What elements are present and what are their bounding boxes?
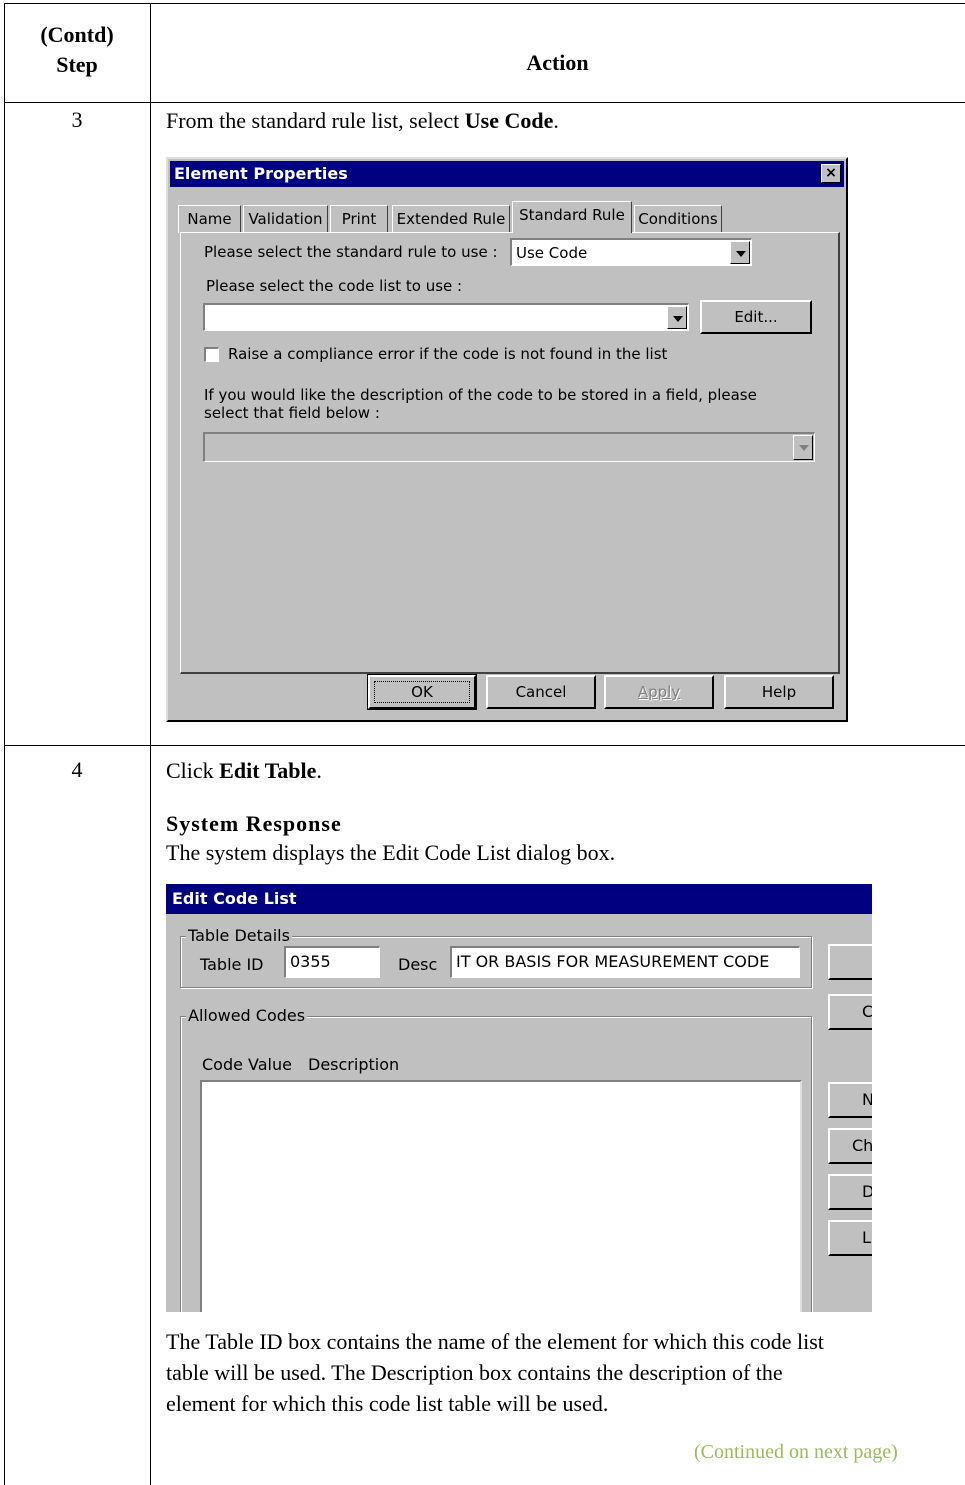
cancel-button-label: Cancel: [515, 683, 567, 701]
side-button-1[interactable]: [828, 944, 872, 980]
chevron-down-icon[interactable]: [793, 435, 813, 460]
rule-dropdown-value: Use Code: [516, 244, 588, 262]
ok-button[interactable]: OK: [367, 674, 477, 710]
rule-dropdown[interactable]: Use Code: [510, 238, 752, 266]
system-response-text: The system displays the Edit Code List d…: [166, 840, 616, 865]
system-response-heading: System Response: [166, 811, 342, 836]
table-id-label: Table ID: [200, 955, 264, 974]
compliance-error-label: Raise a compliance error if the code is …: [228, 345, 668, 363]
tab-validation[interactable]: Validation: [243, 205, 328, 233]
side-button-2[interactable]: C: [828, 994, 872, 1030]
edit-button[interactable]: Edit...: [700, 300, 812, 334]
edit-code-list-title-bar: Edit Code List: [166, 884, 872, 914]
header-action: Action: [526, 50, 589, 75]
description-field-label-2: select that field below :: [204, 404, 380, 422]
tab-extended-rule[interactable]: Extended Rule: [392, 205, 510, 233]
column-description: Description: [308, 1055, 400, 1074]
desc-label: Desc: [398, 955, 438, 974]
tab-print[interactable]: Print: [330, 205, 388, 233]
side-button-3[interactable]: N: [828, 1082, 872, 1118]
table-left-border-lower: [4, 745, 5, 1485]
focus-rectangle: [374, 681, 470, 703]
dialog-title-bar: Element Properties ×: [170, 161, 844, 187]
close-icon[interactable]: ×: [821, 164, 841, 183]
step-number-4: 4: [71, 757, 83, 782]
edit-code-list-dialog: Edit Code List Table Details Table ID 03…: [166, 884, 872, 1312]
allowed-codes-label: Allowed Codes: [186, 1006, 308, 1025]
continued-next-page: (Continued on next page): [694, 1441, 898, 1463]
step4-explanation-line-3: element for which this code list table w…: [166, 1391, 609, 1416]
table-column-divider: [150, 3, 151, 1485]
compliance-error-checkbox[interactable]: [204, 347, 219, 362]
step4-explanation-line-1: The Table ID box contains the name of th…: [166, 1329, 824, 1354]
dialog-title: Element Properties: [174, 164, 348, 183]
description-field-label-1: If you would like the description of the…: [204, 386, 757, 404]
table-header-divider: [4, 102, 965, 103]
table-top-border: [4, 3, 965, 4]
step-number-3: 3: [71, 107, 83, 132]
help-button[interactable]: Help: [724, 675, 834, 709]
step3-instruction: From the standard rule list, select Use …: [166, 108, 559, 133]
cancel-button[interactable]: Cancel: [486, 675, 596, 709]
apply-button[interactable]: Apply: [604, 675, 714, 709]
header-step: (Contd) Step: [40, 22, 114, 77]
step4-instruction: Click Edit Table.: [166, 758, 322, 783]
side-button-5[interactable]: D: [828, 1174, 872, 1210]
step4-explanation-line-2: table will be used. The Description box …: [166, 1360, 783, 1385]
edit-button-label: Edit...: [734, 308, 778, 326]
chevron-down-icon[interactable]: [667, 306, 687, 329]
table-details-label: Table Details: [186, 926, 292, 945]
code-list-label: Please select the code list to use :: [206, 277, 463, 295]
code-list-dropdown[interactable]: [203, 303, 689, 331]
allowed-codes-list[interactable]: [200, 1080, 802, 1312]
description-field-dropdown[interactable]: [203, 432, 815, 462]
tab-name[interactable]: Name: [178, 205, 241, 233]
side-button-4[interactable]: Ch: [828, 1128, 872, 1164]
rule-select-label: Please select the standard rule to use :: [204, 243, 498, 261]
help-button-label: Help: [761, 683, 797, 701]
element-properties-dialog: Element Properties × Name Validation Pri…: [166, 157, 848, 722]
side-button-6[interactable]: L: [828, 1220, 872, 1256]
edit-code-list-title: Edit Code List: [172, 889, 297, 908]
column-code-value: Code Value: [202, 1055, 292, 1074]
tab-standard-rule[interactable]: Standard Rule: [512, 201, 632, 233]
desc-input[interactable]: IT OR BASIS FOR MEASUREMENT CODE: [450, 946, 800, 978]
tab-conditions[interactable]: Conditions: [634, 205, 722, 233]
table-id-input[interactable]: 0355: [284, 946, 380, 978]
apply-button-label: Apply: [637, 683, 681, 701]
table-row-divider: [4, 745, 965, 746]
chevron-down-icon[interactable]: [730, 241, 750, 264]
